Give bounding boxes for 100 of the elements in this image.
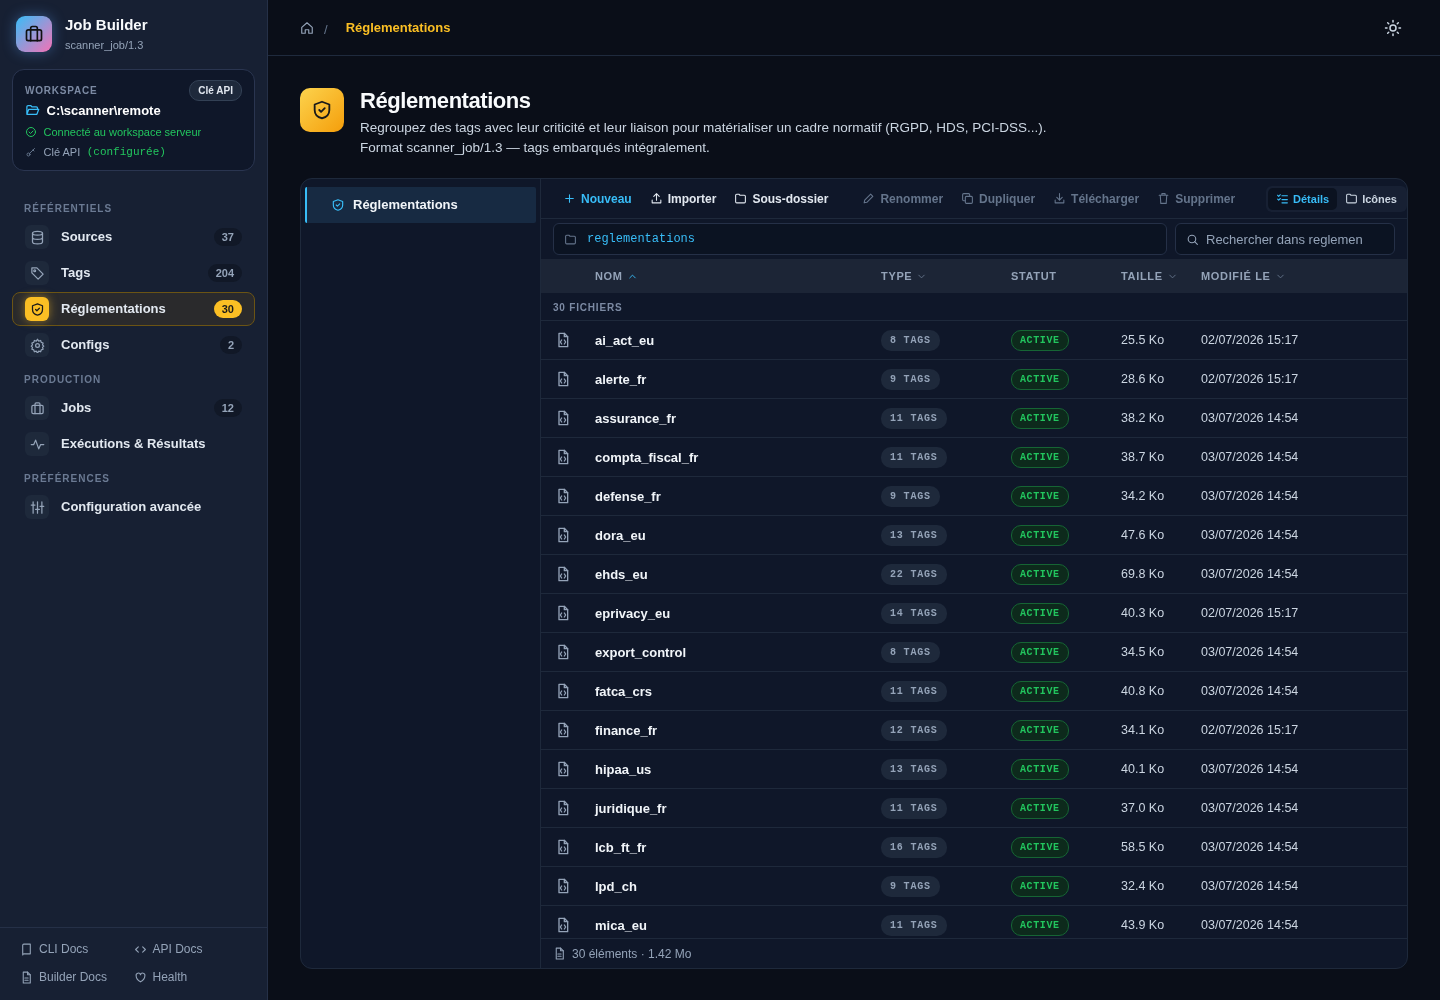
briefcase-icon — [24, 23, 44, 44]
column-header[interactable]: STATUT — [1011, 268, 1121, 285]
modified-date: 03/07/2026 14:54 — [1201, 644, 1300, 661]
download-icon — [1053, 192, 1067, 206]
status-badge: ACTIVE — [1011, 602, 1069, 624]
tag-count-badge: 9 TAGS — [881, 368, 940, 390]
code-file-icon — [555, 371, 571, 388]
modified-date: 02/07/2026 15:17 — [1201, 332, 1300, 349]
file-size: 40.8 Ko — [1121, 683, 1166, 700]
settings-icon — [29, 337, 45, 353]
home-link[interactable] — [300, 20, 314, 35]
modified-date: 03/07/2026 14:54 — [1201, 410, 1300, 427]
nav-item[interactable]: Configs 2 — [12, 328, 255, 362]
column-header[interactable]: TYPE — [881, 268, 1011, 285]
status-badge: ACTIVE — [1011, 836, 1069, 858]
nav-item[interactable]: Réglementations 30 — [12, 292, 255, 326]
column-header[interactable]: TAILLE — [1121, 268, 1201, 285]
tag-icon — [29, 265, 45, 281]
status-badge: ACTIVE — [1011, 797, 1069, 819]
page-description: Regroupez des tags avec leur criticité et leur liaison pour matérialiser un cadre normatif (RGPD, HDS, PCI-DSS...). — [360, 119, 1047, 138]
file-name: dora_eu — [595, 526, 647, 545]
api-key-badge: Clé API — [189, 80, 242, 101]
file-name: export_control — [595, 643, 687, 662]
api-key-label: Clé API — [43, 144, 81, 160]
tag-count-badge: 8 TAGS — [881, 329, 940, 351]
toolbar-button[interactable]: Nouveau — [555, 185, 640, 212]
status-badge: ACTIVE — [1011, 875, 1069, 897]
modified-date: 03/07/2026 14:54 — [1201, 683, 1300, 700]
section-label: PRÉFÉRENCES — [23, 471, 111, 486]
sliders-icon — [29, 499, 45, 515]
status-badge: ACTIVE — [1011, 485, 1069, 507]
modified-date: 03/07/2026 14:54 — [1201, 566, 1300, 583]
toolbar-button[interactable]: Importer — [641, 185, 725, 212]
modified-date: 03/07/2026 14:54 — [1201, 878, 1300, 895]
search-field[interactable]: Rechercher dans reglemen — [1175, 223, 1395, 256]
file-name: juridique_fr — [595, 799, 668, 818]
search-icon — [1186, 233, 1199, 247]
tag-count-badge: 13 TAGS — [881, 524, 947, 546]
modified-date: 02/07/2026 15:17 — [1201, 371, 1300, 388]
file-size: 37.0 Ko — [1121, 800, 1166, 817]
status-badge: ACTIVE — [1011, 914, 1069, 936]
code-file-icon — [555, 332, 571, 349]
file-name: ai_act_eu — [595, 331, 656, 350]
footer-link[interactable]: Builder Docs — [20, 968, 134, 986]
file-name: assurance_fr — [595, 409, 677, 428]
footer-link[interactable]: Health — [133, 968, 247, 986]
modified-date: 03/07/2026 14:54 — [1201, 800, 1300, 817]
file-size: 25.5 Ko — [1121, 332, 1166, 349]
footer-link[interactable]: CLI Docs — [20, 940, 134, 958]
tag-count-badge: 9 TAGS — [881, 485, 940, 507]
file-size: 28.6 Ko — [1121, 371, 1166, 388]
tag-count-badge: 11 TAGS — [881, 797, 947, 819]
app-version: scanner_job/1.3 — [65, 37, 145, 53]
view-button[interactable]: Icônes — [1337, 187, 1405, 211]
status-badge: ACTIVE — [1011, 641, 1069, 663]
book-icon — [20, 942, 33, 956]
column-header[interactable]: NOM — [595, 268, 881, 285]
tag-count-badge: 14 TAGS — [881, 602, 947, 624]
upload-icon — [649, 192, 663, 206]
nav-item[interactable]: Configuration avancée — [12, 490, 255, 524]
file-size: 32.4 Ko — [1121, 878, 1166, 895]
tag-count-badge: 9 TAGS — [881, 875, 940, 897]
status-badge: ACTIVE — [1011, 368, 1069, 390]
file-name: mica_eu — [595, 916, 649, 935]
file-name: defense_fr — [595, 487, 662, 506]
toolbar-button[interactable]: Sous-dossier — [726, 185, 837, 212]
footer-link[interactable]: API Docs — [133, 940, 247, 958]
code-file-icon — [555, 488, 571, 505]
nav-item[interactable]: Sources 37 — [12, 220, 255, 254]
column-header[interactable]: MODIFIÉ LE — [1201, 268, 1407, 285]
status-badge: ACTIVE — [1011, 563, 1069, 585]
count-badge: 12 — [213, 398, 242, 418]
file-size: 40.1 Ko — [1121, 761, 1166, 778]
pencil-icon — [862, 192, 876, 206]
modified-date: 02/07/2026 15:17 — [1201, 722, 1300, 739]
file-size: 47.6 Ko — [1121, 527, 1166, 544]
path-field[interactable]: reglementations — [553, 223, 1167, 256]
file-name: eprivacy_eu — [595, 604, 672, 623]
breadcrumb-separator: / — [324, 20, 328, 39]
status-badge: ACTIVE — [1011, 524, 1069, 546]
tag-count-badge: 12 TAGS — [881, 719, 947, 741]
api-key-status: (configurée) — [86, 144, 166, 160]
page-title: Réglementations — [360, 88, 532, 115]
nav-item[interactable]: Exécutions & Résultats — [12, 427, 255, 461]
briefcase-icon — [29, 400, 45, 416]
file-name: lcb_ft_fr — [595, 838, 648, 857]
status-badge: ACTIVE — [1011, 446, 1069, 468]
view-button[interactable]: Détails — [1268, 187, 1338, 211]
nav-item[interactable]: Tags 204 — [12, 256, 255, 290]
tag-count-badge: 11 TAGS — [881, 914, 947, 936]
breadcrumb-current: Réglementations — [345, 18, 451, 37]
connection-status: Connecté au workspace serveur — [43, 124, 202, 140]
nav-item[interactable]: Jobs 12 — [12, 391, 255, 425]
code-file-icon — [555, 410, 571, 427]
tree-item[interactable]: Réglementations — [305, 187, 536, 223]
checklist-icon — [1276, 192, 1290, 206]
home-icon — [300, 20, 314, 35]
status-badge: ACTIVE — [1011, 719, 1069, 741]
tag-count-badge: 16 TAGS — [881, 836, 947, 858]
file-name: finance_fr — [595, 721, 659, 740]
